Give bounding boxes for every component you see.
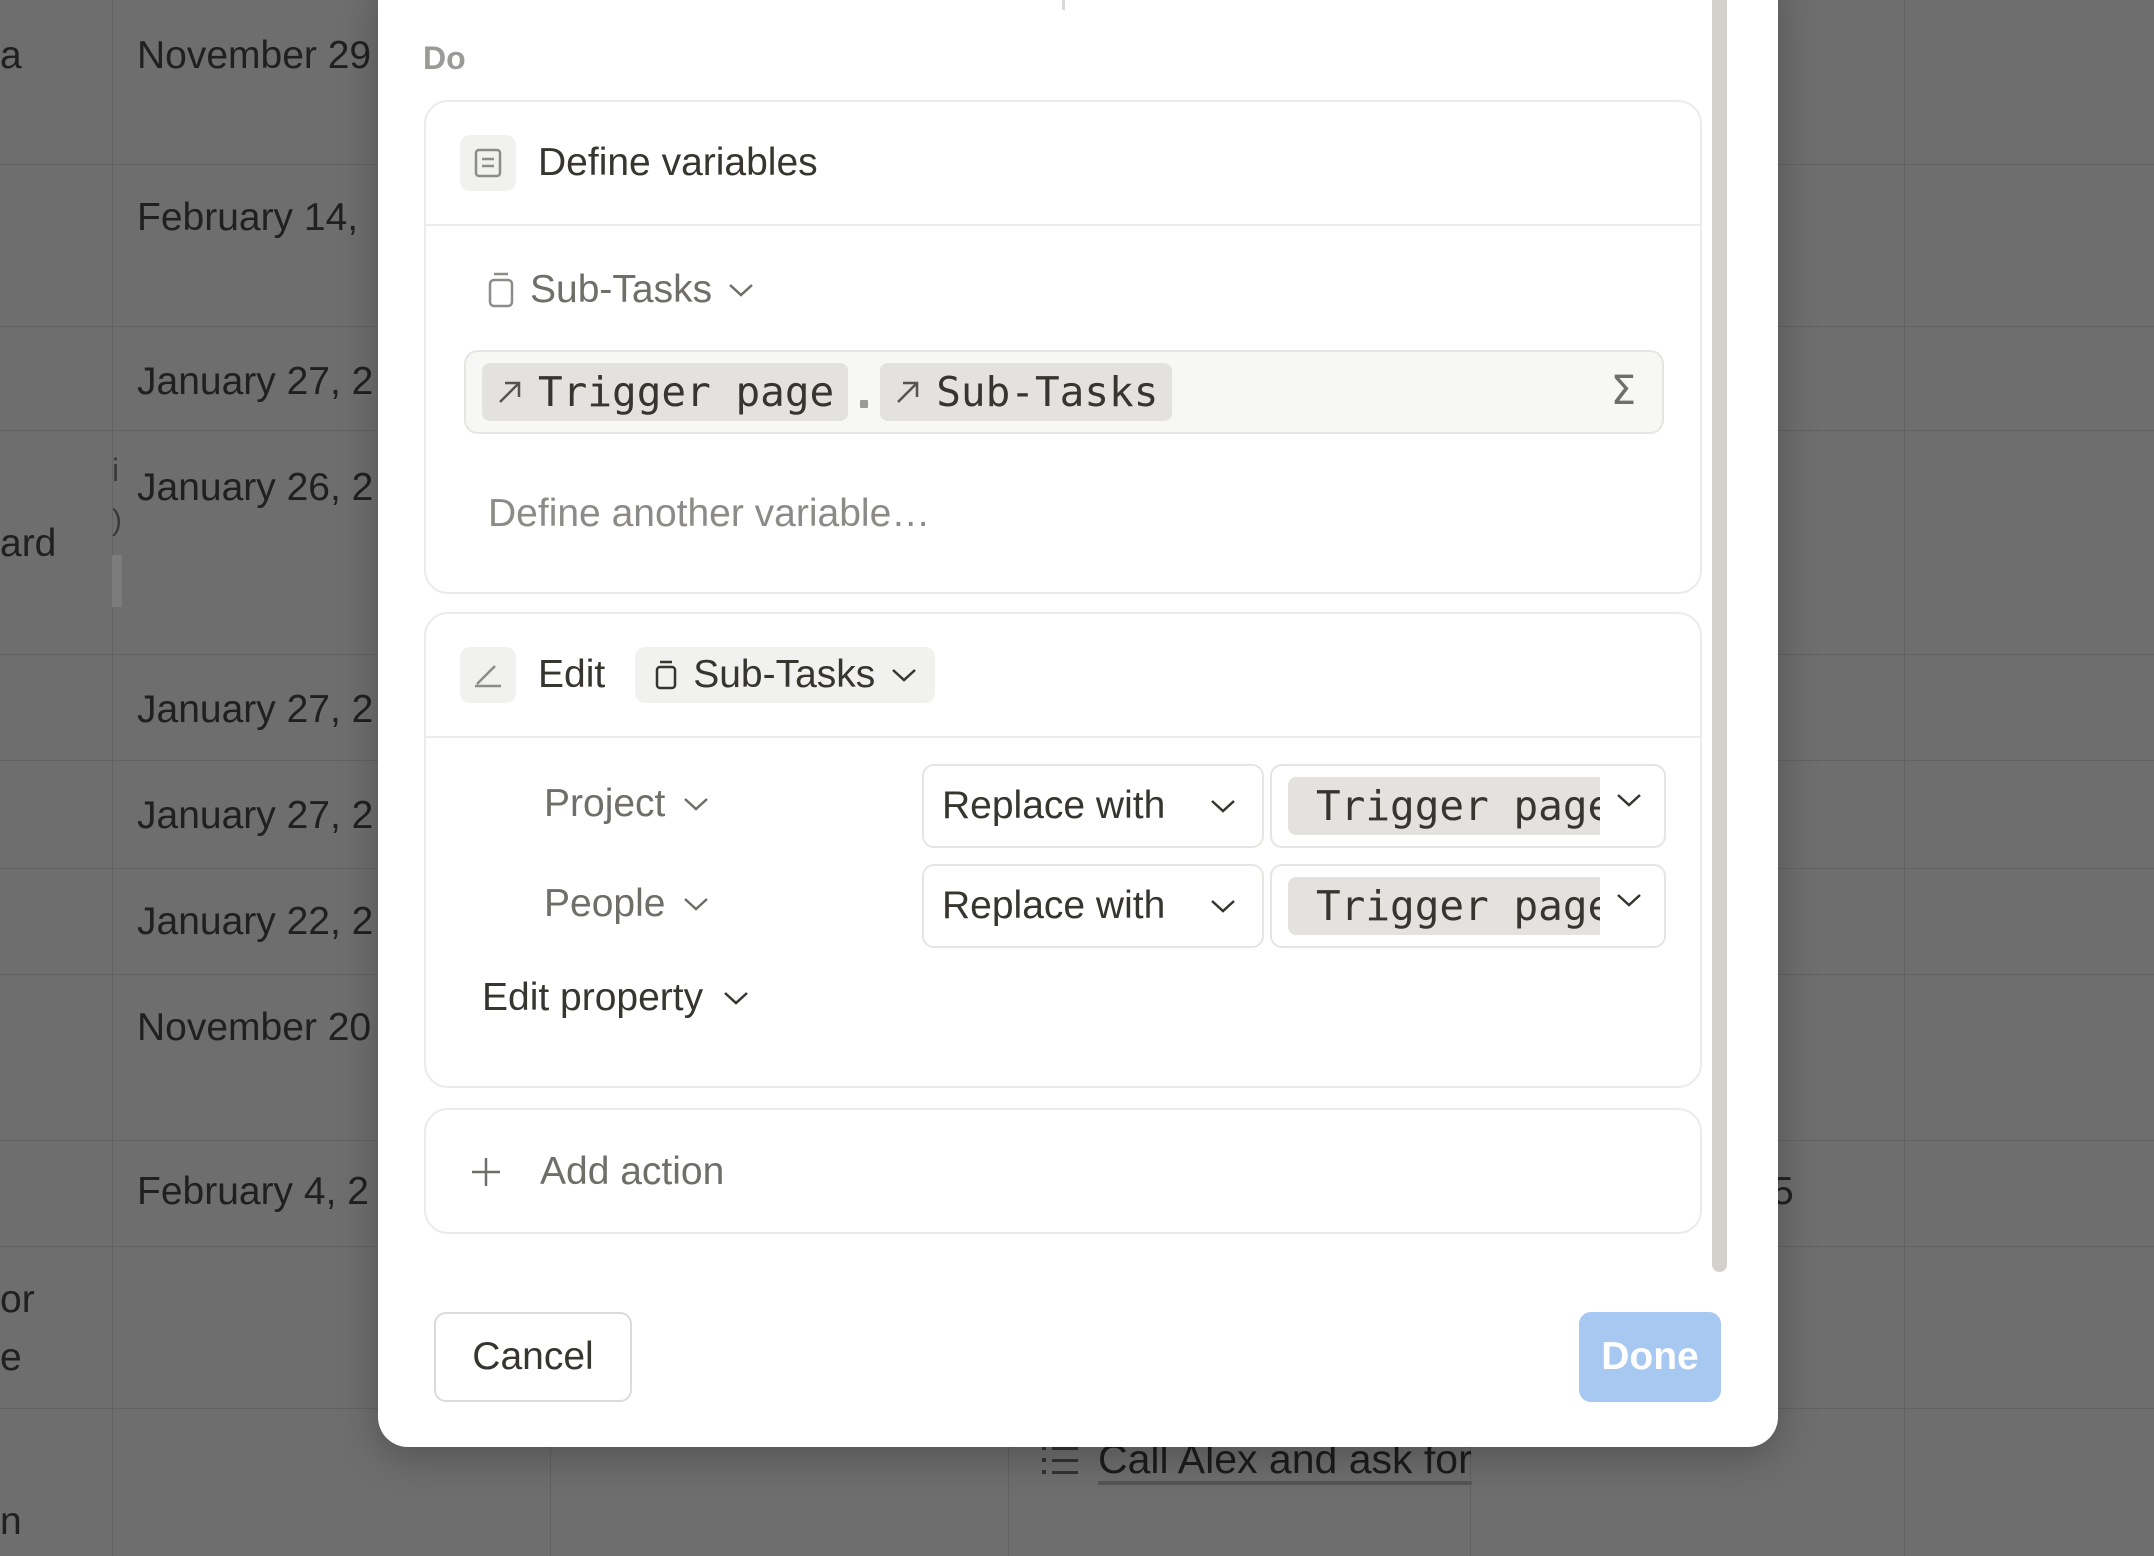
date-cell: January 22, 2 — [137, 900, 374, 943]
date-cell: February 14, — [137, 196, 359, 239]
formula-token-trigger-page[interactable]: Trigger page — [482, 363, 849, 421]
chevron-down-icon — [684, 898, 709, 911]
sigma-icon[interactable]: Σ — [1611, 368, 1636, 414]
variables-icon — [460, 135, 516, 191]
arrow-up-right-icon — [499, 381, 521, 403]
row-title-fragment: ard — [0, 522, 57, 565]
define-variables-title: Define variables — [538, 141, 818, 184]
chevron-down-icon — [684, 798, 709, 811]
define-another-variable-button[interactable]: Define another variable… — [488, 492, 930, 536]
add-action-button[interactable]: Add action — [424, 1108, 1702, 1234]
edit-action-card: Edit Sub-Tasks Project Replace with Trig… — [424, 612, 1702, 1088]
formula-input[interactable]: Trigger page Sub-Tasks Σ — [464, 350, 1664, 434]
chevron-down-icon — [1617, 794, 1641, 807]
formula-token-sub-tasks[interactable]: Sub-Tasks — [880, 363, 1173, 421]
value-select[interactable]: Trigger page — [1270, 764, 1666, 848]
row-title-fragment: a — [0, 34, 22, 77]
edit-target-dropdown[interactable]: Sub-Tasks — [635, 647, 936, 703]
value-label: Trigger page — [1316, 882, 1600, 930]
cell-fragment: ) — [112, 504, 122, 537]
chevron-down-icon — [1617, 894, 1641, 907]
edit-action-label: Edit — [538, 653, 606, 696]
property-dropdown[interactable]: Project — [544, 782, 711, 826]
date-cell: January 27, 2 — [137, 688, 374, 731]
define-variables-header: Define variables — [426, 102, 1700, 226]
arrow-up-right-icon — [897, 381, 919, 403]
define-variables-card: Define variables Sub-Tasks Trigger page … — [424, 100, 1702, 594]
done-button[interactable]: Done — [1579, 1312, 1721, 1402]
chevron-down-icon — [724, 992, 748, 1005]
property-label: Project — [544, 782, 666, 825]
dialog-scrollbar[interactable] — [1712, 0, 1727, 1272]
date-cell: November 29 — [137, 34, 372, 77]
row-title-fragment: n — [0, 1500, 22, 1543]
row-title-fragment: e — [0, 1336, 22, 1379]
cancel-button[interactable]: Cancel — [434, 1312, 632, 1402]
date-cell: January 27, 2 — [137, 360, 374, 403]
plus-icon — [472, 1158, 500, 1186]
property-label: People — [544, 882, 666, 925]
chevron-down-icon — [729, 284, 753, 297]
date-cell: February 4, 2 — [137, 1170, 369, 1213]
value-token: Trigger page — [1288, 877, 1600, 935]
add-action-row: Add action — [470, 1150, 724, 1194]
scroll-indicator — [1062, 0, 1065, 10]
token-label: Sub-Tasks — [936, 368, 1159, 416]
variable-name-label: Sub-Tasks — [530, 268, 713, 311]
jar-icon — [655, 660, 677, 690]
value-label: Trigger page — [1316, 782, 1600, 830]
value-select[interactable]: Trigger page — [1270, 864, 1666, 948]
edit-property-row: Project Replace with Trigger page — [426, 764, 1700, 848]
chevron-down-icon — [892, 669, 917, 682]
date-cell: November 20 — [137, 1006, 372, 1049]
edit-icon — [460, 647, 516, 703]
cell-fragment: i — [112, 452, 120, 488]
property-dropdown[interactable]: People — [544, 882, 711, 926]
chevron-down-icon — [1211, 900, 1235, 913]
jar-icon — [488, 272, 514, 308]
value-token: Trigger page — [1288, 777, 1600, 835]
edit-target-label: Sub-Tasks — [693, 653, 876, 696]
add-action-label: Add action — [540, 1150, 725, 1193]
column-divider — [1904, 0, 1905, 1556]
column-divider — [112, 0, 113, 1556]
edit-action-header: Edit Sub-Tasks — [426, 614, 1700, 738]
edit-property-row: People Replace with Trigger page — [426, 864, 1700, 948]
section-label-do: Do — [423, 40, 466, 76]
edit-property-label: Edit property — [482, 976, 704, 1019]
variable-name-dropdown[interactable]: Sub-Tasks — [486, 268, 756, 312]
formula-separator-dot — [860, 400, 869, 408]
token-label: Trigger page — [538, 368, 835, 416]
operation-label: Replace with — [942, 884, 1166, 927]
row-marker — [112, 555, 122, 607]
chevron-down-icon — [1211, 800, 1235, 813]
date-cell: January 27, 2 — [137, 794, 374, 837]
row-title-fragment: or — [0, 1278, 35, 1321]
operation-select[interactable]: Replace with — [922, 864, 1264, 948]
operation-label: Replace with — [942, 784, 1166, 827]
date-cell: January 26, 2 — [137, 466, 374, 509]
edit-property-button[interactable]: Edit property — [482, 976, 751, 1020]
operation-select[interactable]: Replace with — [922, 764, 1264, 848]
